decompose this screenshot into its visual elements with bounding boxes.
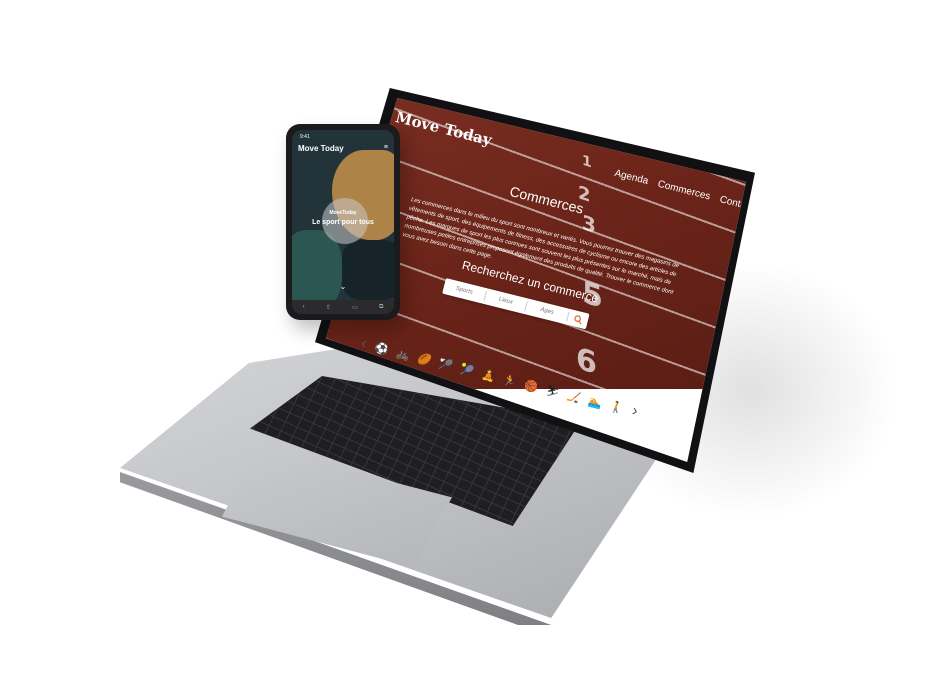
phone-device: 9:41 Move Today ≡ MoveToday Le sport pou… [286, 124, 400, 320]
carousel-next-button[interactable]: › [630, 402, 639, 421]
chevron-down-icon[interactable]: ⌄ [292, 282, 394, 291]
tennis-icon[interactable]: 🎾 [459, 363, 475, 378]
share-icon[interactable]: ⇧ [326, 304, 331, 311]
search-icon [573, 314, 582, 324]
soccer-icon[interactable]: ⚽ [374, 341, 390, 357]
phone-site-logo[interactable]: Move Today [298, 144, 344, 153]
lane-number: 6 [576, 340, 597, 383]
basketball-icon[interactable]: 🏀 [523, 379, 539, 394]
phone-browser-bar: ‹ ⇧ ▭ ⧉ [292, 300, 394, 314]
running-icon[interactable]: 🏃 [502, 373, 518, 389]
skiing-icon[interactable]: ⛷ [544, 384, 560, 399]
tabs-icon[interactable]: ⧉ [379, 304, 383, 311]
hamburger-menu-icon[interactable]: ≡ [384, 144, 388, 151]
phone-tagline: Le sport pour tous [312, 219, 374, 226]
phone-status-time: 9:41 [300, 134, 310, 140]
phone-screen: 9:41 Move Today ≡ MoveToday Le sport pou… [292, 130, 394, 314]
rugby-icon[interactable]: 🏉 [416, 352, 432, 367]
bookmarks-icon[interactable]: ▭ [352, 304, 358, 311]
hockey-icon[interactable]: 🏒 [566, 389, 582, 404]
walking-icon[interactable]: 🚶 [608, 400, 624, 415]
lane-number: 3 [582, 209, 596, 239]
back-icon[interactable]: ‹ [303, 304, 305, 310]
phone-brand: MoveToday [329, 210, 357, 216]
yoga-icon[interactable]: 🧘 [480, 368, 496, 383]
cycling-icon[interactable]: 🚲 [395, 347, 411, 362]
badminton-icon[interactable]: 🏸 [438, 357, 454, 373]
swimming-icon[interactable]: 🏊 [587, 395, 603, 410]
lane-number: 1 [582, 152, 592, 172]
